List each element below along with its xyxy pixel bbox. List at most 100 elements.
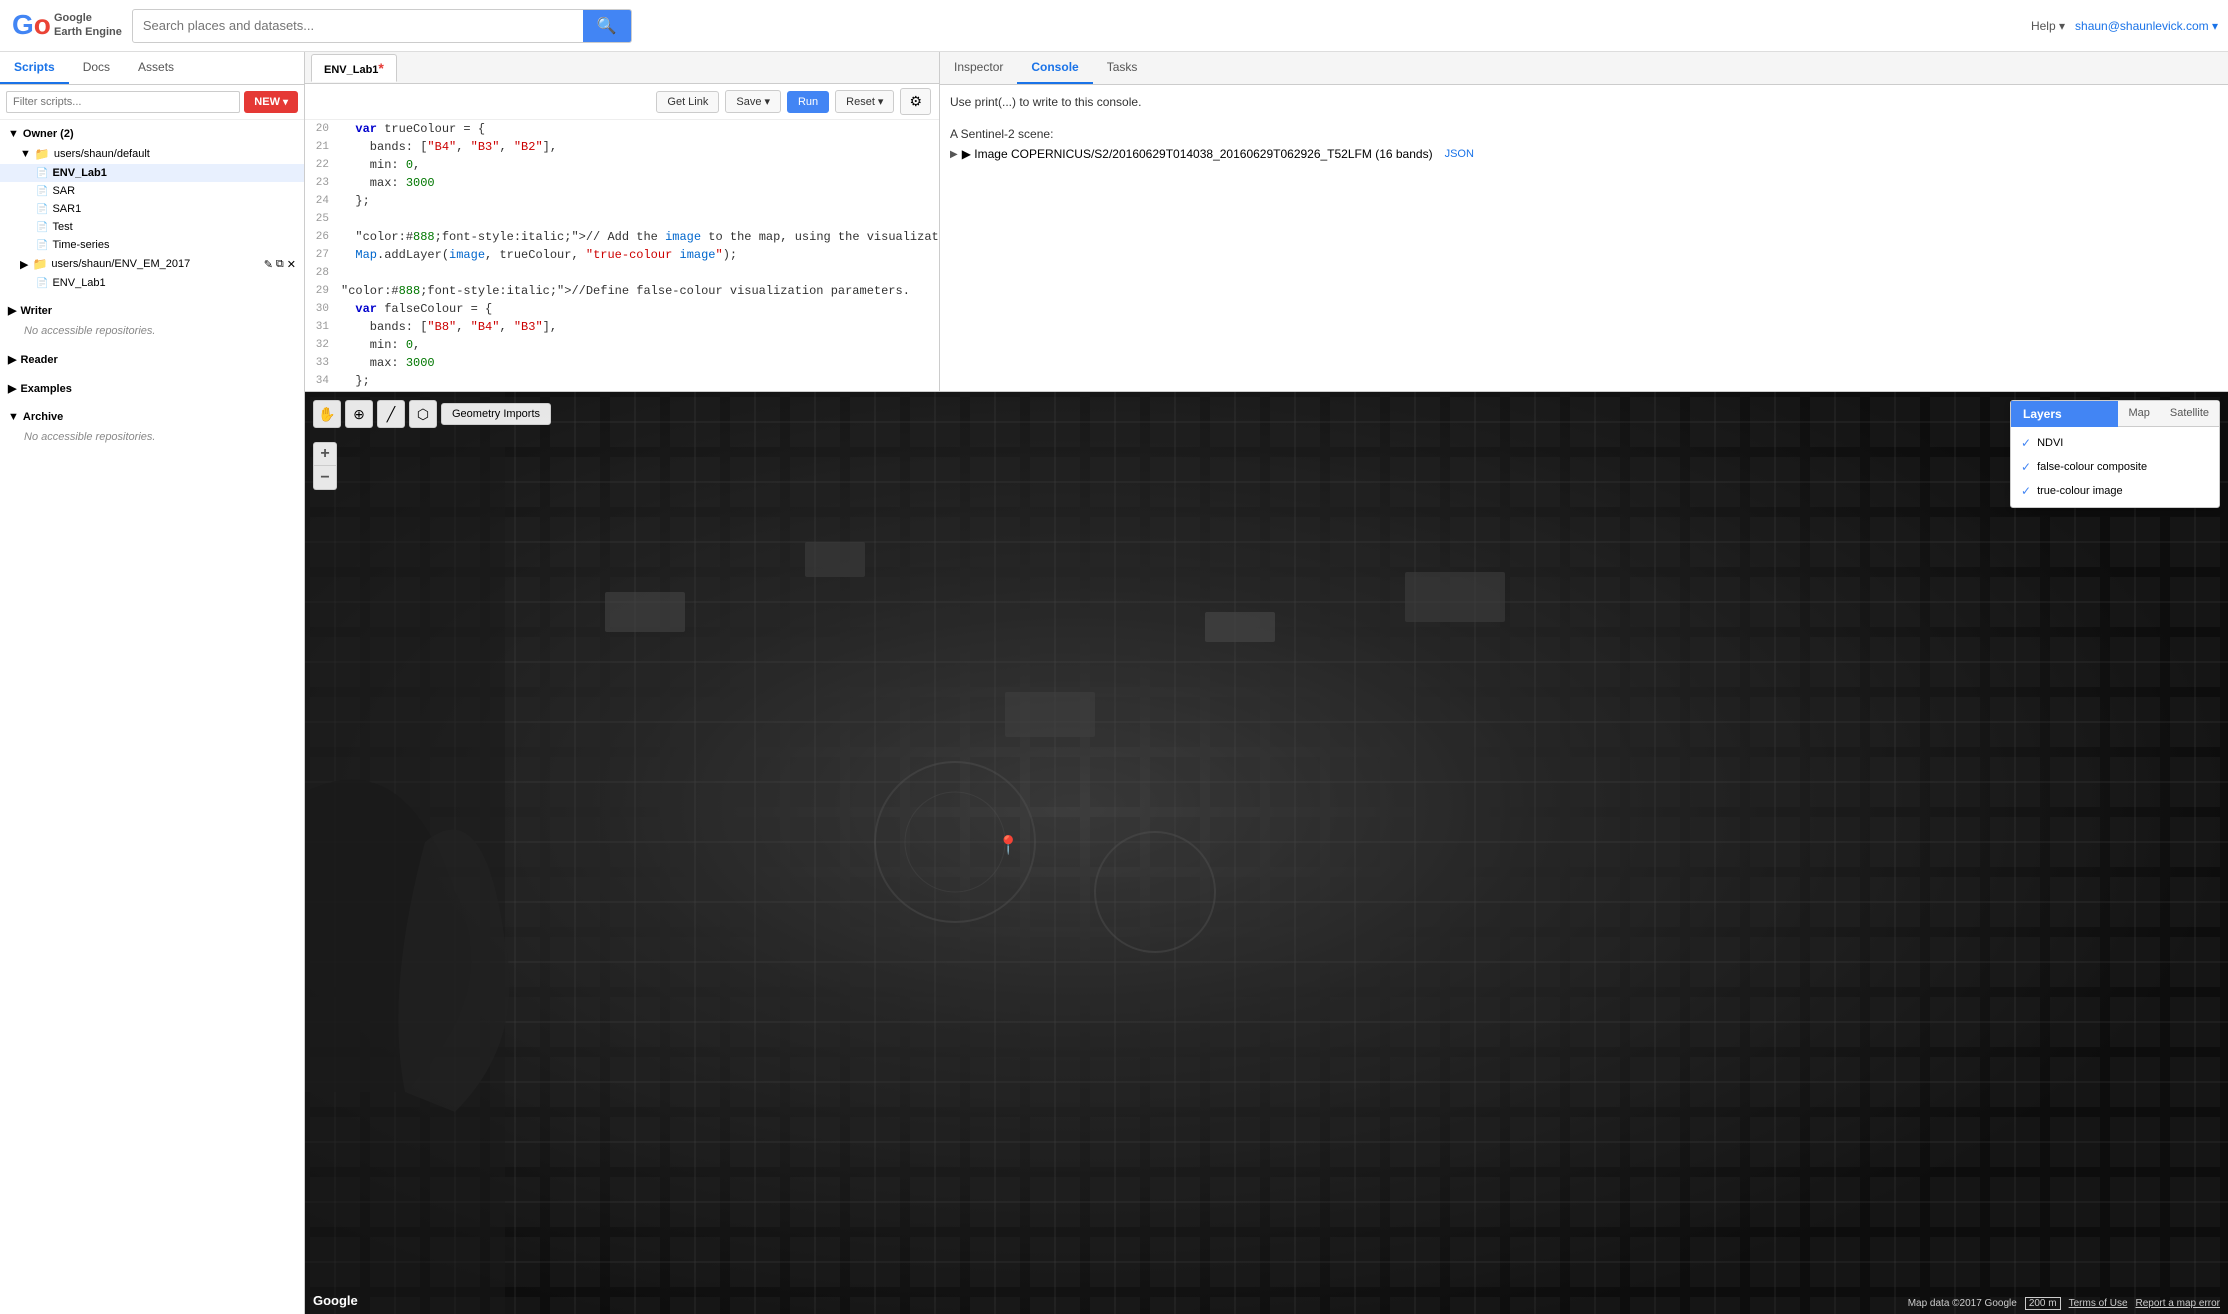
owner-section-header[interactable]: ▼Owner (2) xyxy=(0,124,304,144)
tree-file-env-lab1-2[interactable]: 📄ENV_Lab1 xyxy=(0,274,304,292)
geometry-imports-button[interactable]: Geometry Imports xyxy=(441,403,551,425)
map-view-tab[interactable]: Map xyxy=(2118,401,2159,427)
layer-true-colour[interactable]: ✓ true-colour image xyxy=(2011,479,2219,503)
code-line: 33 max: 3000 xyxy=(305,354,939,372)
line-tool-button[interactable]: ╱ xyxy=(377,400,405,428)
help-button[interactable]: Help ▾ xyxy=(2031,19,2065,33)
left-panel: Scripts Docs Assets NEW▾ ▼Owner (2) ▼📁us… xyxy=(0,52,305,1314)
layer-false-colour-check: ✓ xyxy=(2021,460,2031,474)
code-line: 32 min: 0, xyxy=(305,336,939,354)
content-area: Scripts Docs Assets NEW▾ ▼Owner (2) ▼📁us… xyxy=(0,52,2228,1314)
writer-section-header[interactable]: ▶Writer xyxy=(0,300,304,321)
editor-tabs: ENV_Lab1* xyxy=(305,52,939,84)
tab-assets[interactable]: Assets xyxy=(124,52,188,84)
terms-link[interactable]: Terms of Use xyxy=(2069,1298,2128,1309)
console-image-tree[interactable]: ▶ ▶ Image COPERNICUS/S2/20160629T014038_… xyxy=(950,145,2218,163)
google-footer-logo: Google xyxy=(313,1293,358,1308)
console-json-link-1[interactable]: JSON xyxy=(1445,148,1474,160)
layers-panel-header-row: Layers Map Satellite xyxy=(2011,401,2219,427)
center-right-area: ENV_Lab1* Get Link Save ▾ Run Reset ▾ xyxy=(305,52,2228,1314)
inspector-tabs: Inspector Console Tasks xyxy=(940,52,2228,85)
tab-console[interactable]: Console xyxy=(1017,52,1092,84)
layer-false-colour[interactable]: ✓ false-colour composite xyxy=(2011,455,2219,479)
settings-button[interactable]: ⚙ xyxy=(900,88,931,115)
pan-tool-button[interactable]: ✋ xyxy=(313,400,341,428)
run-button[interactable]: Run xyxy=(787,91,829,113)
tree-file-env-lab1[interactable]: 📄ENV_Lab1 xyxy=(0,164,304,182)
tab-docs[interactable]: Docs xyxy=(69,52,124,84)
point-tool-button[interactable]: ⊕ xyxy=(345,400,373,428)
tree-file-sar[interactable]: 📄SAR xyxy=(0,182,304,200)
writer-section: ▶Writer No accessible repositories. xyxy=(0,296,304,345)
zoom-in-button[interactable]: + xyxy=(313,442,337,466)
console-hint: Use print(...) to write to this console. xyxy=(950,95,2218,109)
archive-no-access: No accessible repositories. xyxy=(0,427,304,447)
code-line: 24 }; xyxy=(305,192,939,210)
code-line: 35 xyxy=(305,390,939,391)
satellite-view-tab[interactable]: Satellite xyxy=(2160,401,2219,427)
writer-no-access: No accessible repositories. xyxy=(0,321,304,341)
map-toolbar: ✋ ⊕ ╱ ⬡ Geometry Imports xyxy=(313,400,551,428)
console-tree-arrow: ▶ xyxy=(950,149,958,160)
zoom-out-button[interactable]: − xyxy=(313,466,337,490)
owner-section: ▼Owner (2) ▼📁users/shaun/default 📄ENV_La… xyxy=(0,120,304,296)
search-input[interactable] xyxy=(133,12,583,39)
map-attribution: Map data ©2017 Google 200 m Terms of Use… xyxy=(1908,1297,2220,1310)
archive-section: ▼Archive No accessible repositories. xyxy=(0,403,304,451)
reset-button[interactable]: Reset ▾ xyxy=(835,90,894,113)
code-area[interactable]: 20 var trueColour = {21 bands: ["B4", "B… xyxy=(305,120,939,391)
tab-scripts[interactable]: Scripts xyxy=(0,52,69,84)
filter-bar: NEW▾ xyxy=(0,85,304,120)
layer-ndvi-check: ✓ xyxy=(2021,436,2031,450)
user-button[interactable]: shaun@shaunlevick.com ▾ xyxy=(2075,19,2218,33)
code-line: 34 }; xyxy=(305,372,939,390)
get-link-button[interactable]: Get Link xyxy=(656,91,719,113)
layer-true-colour-check: ✓ xyxy=(2021,484,2031,498)
topbar-right: Help ▾ shaun@shaunlevick.com ▾ xyxy=(2031,19,2218,33)
svg-text:Google: Google xyxy=(12,9,50,40)
google-logo-icon: Google xyxy=(10,6,50,46)
tree-file-sar1[interactable]: 📄SAR1 xyxy=(0,200,304,218)
code-panel: ENV_Lab1* Get Link Save ▾ Run Reset ▾ xyxy=(305,52,940,391)
map-satellite-bg xyxy=(305,392,2228,1314)
report-link[interactable]: Report a map error xyxy=(2136,1298,2220,1309)
zoom-controls: + − xyxy=(313,442,337,490)
top-row: ENV_Lab1* Get Link Save ▾ Run Reset ▾ xyxy=(305,52,2228,392)
code-line: 20 var trueColour = { xyxy=(305,120,939,138)
folder-share-icon[interactable]: ⧉ xyxy=(276,258,284,271)
filter-input[interactable] xyxy=(6,91,240,113)
editor-tab-env-lab1[interactable]: ENV_Lab1* xyxy=(311,54,397,82)
tab-tasks[interactable]: Tasks xyxy=(1093,52,1152,84)
tree-folder-default[interactable]: ▼📁users/shaun/default xyxy=(0,144,304,164)
tree-file-test[interactable]: 📄Test xyxy=(0,218,304,236)
logo: Google Google Earth Engine xyxy=(10,6,122,46)
archive-section-header[interactable]: ▼Archive xyxy=(0,407,304,427)
map-row: ✋ ⊕ ╱ ⬡ Geometry Imports + − 📍 xyxy=(305,392,2228,1314)
code-line: 29"color:#888;font-style:italic;">//Defi… xyxy=(305,282,939,300)
tab-inspector[interactable]: Inspector xyxy=(940,52,1017,84)
code-line: 25 xyxy=(305,210,939,228)
map-marker: 📍 xyxy=(997,835,1019,856)
folder-edit-icon[interactable]: ✎ xyxy=(264,258,273,271)
left-panel-tabs: Scripts Docs Assets xyxy=(0,52,304,85)
tree-file-time-series[interactable]: 📄Time-series xyxy=(0,236,304,254)
polygon-tool-button[interactable]: ⬡ xyxy=(409,400,437,428)
code-line: 26 "color:#888;font-style:italic;">// Ad… xyxy=(305,228,939,246)
folder-delete-icon[interactable]: ✕ xyxy=(287,258,296,271)
layer-ndvi-label: NDVI xyxy=(2037,437,2063,449)
save-button[interactable]: Save ▾ xyxy=(725,90,781,113)
left-tree: ▼Owner (2) ▼📁users/shaun/default 📄ENV_La… xyxy=(0,120,304,1314)
new-button[interactable]: NEW▾ xyxy=(244,91,298,113)
topbar: Google Google Earth Engine 🔍 Help ▾ shau… xyxy=(0,0,2228,52)
examples-section: ▶Examples xyxy=(0,374,304,403)
editor-toolbar: Get Link Save ▾ Run Reset ▾ ⚙ xyxy=(305,84,939,120)
layer-ndvi[interactable]: ✓ NDVI xyxy=(2011,431,2219,455)
layer-true-colour-label: true-colour image xyxy=(2037,485,2123,497)
layers-list: ✓ NDVI ✓ false-colour composite ✓ true-c… xyxy=(2011,427,2219,507)
tree-folder-env-em[interactable]: ▶📁users/shaun/ENV_EM_2017 ✎ ⧉ ✕ xyxy=(0,254,304,274)
search-bar: 🔍 xyxy=(132,9,632,43)
reader-section-header[interactable]: ▶Reader xyxy=(0,349,304,370)
examples-section-header[interactable]: ▶Examples xyxy=(0,378,304,399)
console-image-label: ▶ Image COPERNICUS/S2/20160629T014038_20… xyxy=(962,147,1433,161)
search-button[interactable]: 🔍 xyxy=(583,10,631,42)
